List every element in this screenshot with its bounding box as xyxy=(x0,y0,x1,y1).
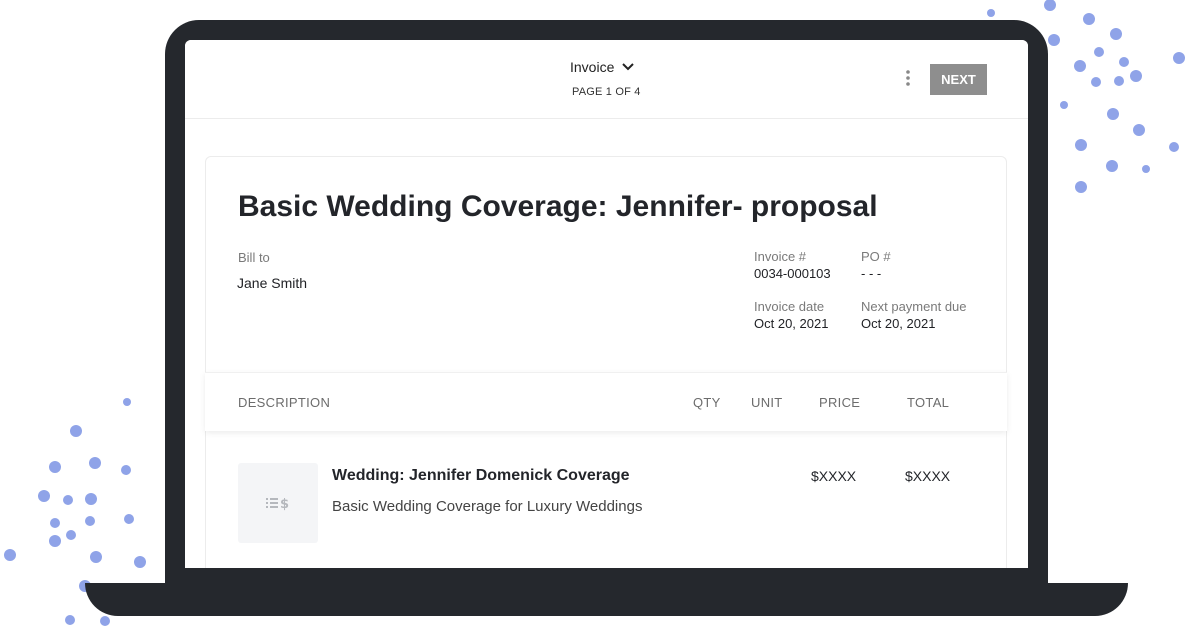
next-payment-label: Next payment due xyxy=(861,299,967,314)
line-item-price: $XXXX xyxy=(811,468,857,484)
column-header-unit: UNIT xyxy=(751,395,783,410)
invoice-toolbar: Invoice PAGE 1 OF 4 NEXT xyxy=(185,40,1028,119)
invoice-number-value: 0034-000103 xyxy=(754,266,831,281)
invoice-date-value: Oct 20, 2021 xyxy=(754,316,829,331)
chevron-down-icon xyxy=(622,63,635,71)
bill-to-label: Bill to xyxy=(238,250,270,265)
laptop-base xyxy=(85,583,1128,616)
next-button[interactable]: NEXT xyxy=(930,64,987,95)
invoice-document: Basic Wedding Coverage: Jennifer- propos… xyxy=(205,156,1007,568)
invoice-number-label: Invoice # xyxy=(754,249,807,264)
document-type-dropdown[interactable]: Invoice xyxy=(570,59,635,75)
svg-text:$: $ xyxy=(280,497,289,511)
column-header-total: TOTAL xyxy=(907,395,950,410)
column-header-price: PRICE xyxy=(819,395,861,410)
kebab-menu-icon[interactable] xyxy=(901,68,915,88)
document-type-label: Invoice xyxy=(570,59,615,75)
page-indicator: PAGE 1 OF 4 xyxy=(572,86,641,98)
line-item-thumbnail: $ xyxy=(238,463,318,543)
po-value: - - - xyxy=(861,266,882,281)
invoice-title: Basic Wedding Coverage: Jennifer- propos… xyxy=(238,190,878,223)
bill-to-value: Jane Smith xyxy=(237,275,308,291)
line-item-description: Basic Wedding Coverage for Luxury Weddin… xyxy=(332,498,643,515)
line-item-title: Wedding: Jennifer Domenick Coverage xyxy=(332,467,630,484)
price-list-icon: $ xyxy=(266,497,289,511)
line-items-header: DESCRIPTION QTY UNIT PRICE TOTAL xyxy=(205,372,1007,431)
po-label: PO # xyxy=(861,249,891,264)
invoice-date-label: Invoice date xyxy=(754,299,825,314)
line-item-total: $XXXX xyxy=(905,468,951,484)
column-header-qty: QTY xyxy=(693,395,721,410)
column-header-description: DESCRIPTION xyxy=(238,395,331,410)
laptop-screen: Invoice PAGE 1 OF 4 NEXT Basic Wedding C… xyxy=(185,40,1028,568)
next-payment-value: Oct 20, 2021 xyxy=(861,316,936,331)
